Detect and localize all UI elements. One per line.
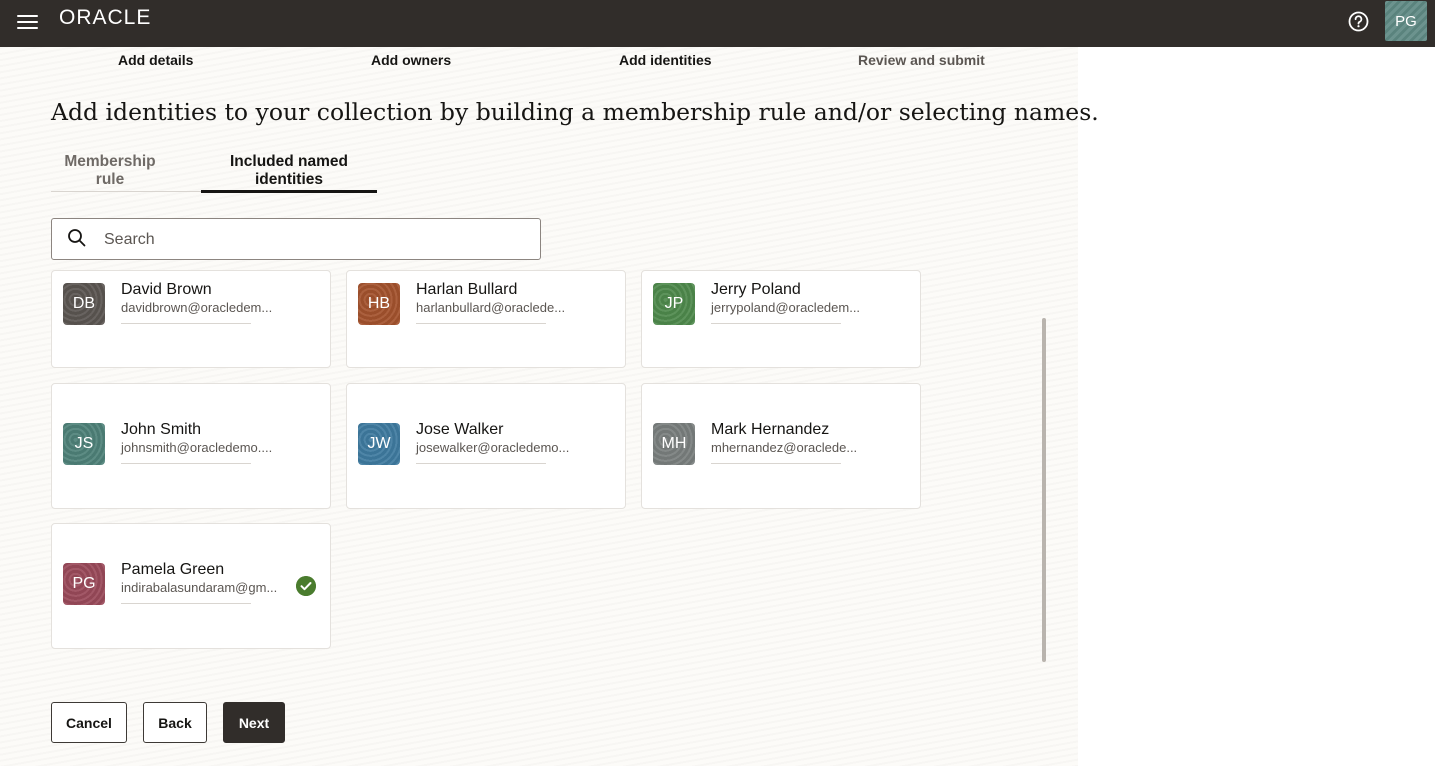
identity-email: johnsmith@oracledemo.... xyxy=(121,440,273,455)
divider xyxy=(711,323,841,324)
avatar: JW xyxy=(358,423,400,465)
avatar: HB xyxy=(358,283,400,325)
divider xyxy=(121,463,251,464)
divider xyxy=(121,603,251,604)
identity-name: John Smith xyxy=(121,421,202,438)
identity-card[interactable]: DB David Brown davidbrown@oracledem... xyxy=(51,270,331,368)
identity-card[interactable]: JP Jerry Poland jerrypoland@oracledem... xyxy=(641,270,921,368)
divider xyxy=(416,323,546,324)
identity-name: Pamela Green xyxy=(121,561,225,578)
search-input[interactable] xyxy=(102,227,526,253)
tab-label: identities xyxy=(254,171,324,188)
tab-label: rule xyxy=(95,171,125,188)
identity-name: Jerry Poland xyxy=(711,281,801,298)
user-avatar[interactable]: PG xyxy=(1385,1,1427,41)
identity-name: David Brown xyxy=(121,281,212,298)
identity-card[interactable]: JS John Smith johnsmith@oracledemo.... xyxy=(51,383,331,509)
identity-card[interactable]: MH Mark Hernandez mhernandez@oraclede... xyxy=(641,383,921,509)
active-tab-indicator xyxy=(201,190,377,193)
avatar: MH xyxy=(653,423,695,465)
identity-email: josewalker@oracledemo... xyxy=(416,440,570,455)
tab-membership-rule[interactable]: Membership rule xyxy=(51,153,169,189)
identity-card[interactable]: PG Pamela Green indirabalasundaram@gm... xyxy=(51,523,331,649)
divider xyxy=(416,463,546,464)
step-add-owners[interactable]: Add owners xyxy=(371,52,451,68)
top-bar: ORACLE PG xyxy=(0,0,1435,47)
identity-email: harlanbullard@oraclede... xyxy=(416,300,566,315)
identity-email: indirabalasundaram@gm... xyxy=(121,580,278,595)
identity-email: jerrypoland@oracledem... xyxy=(711,300,861,315)
identity-name: Mark Hernandez xyxy=(711,421,830,438)
right-panel xyxy=(1078,47,1435,766)
identity-email: davidbrown@oracledem... xyxy=(121,300,273,315)
avatar: PG xyxy=(63,563,105,605)
page-heading: Add identities to your collection by bui… xyxy=(51,98,1099,126)
identity-card[interactable]: HB Harlan Bullard harlanbullard@oraclede… xyxy=(346,270,626,368)
next-button[interactable]: Next xyxy=(223,702,285,743)
tab-label: Membership xyxy=(64,153,156,170)
oracle-logo: ORACLE xyxy=(59,6,152,29)
identity-name: Harlan Bullard xyxy=(416,281,518,298)
avatar: JP xyxy=(653,283,695,325)
step-add-identities[interactable]: Add identities xyxy=(619,52,712,68)
tab-label: Included named xyxy=(230,153,348,170)
check-circle-icon xyxy=(296,576,316,596)
avatar: JS xyxy=(63,423,105,465)
back-button[interactable]: Back xyxy=(143,702,207,743)
search-icon xyxy=(68,229,86,247)
scrollbar[interactable] xyxy=(1042,318,1046,662)
divider xyxy=(711,463,841,464)
search-box[interactable] xyxy=(51,218,541,260)
help-icon[interactable] xyxy=(1348,11,1369,32)
divider xyxy=(121,323,251,324)
identity-name: Jose Walker xyxy=(416,421,504,438)
menu-icon[interactable] xyxy=(17,13,39,31)
identity-email: mhernandez@oraclede... xyxy=(711,440,858,455)
cancel-button[interactable]: Cancel xyxy=(51,702,127,743)
step-review-submit[interactable]: Review and submit xyxy=(858,52,985,68)
step-add-details[interactable]: Add details xyxy=(118,52,193,68)
identity-card[interactable]: JW Jose Walker josewalker@oracledemo... xyxy=(346,383,626,509)
tab-included-named-identities[interactable]: Included named identities xyxy=(201,153,377,189)
avatar: DB xyxy=(63,283,105,325)
